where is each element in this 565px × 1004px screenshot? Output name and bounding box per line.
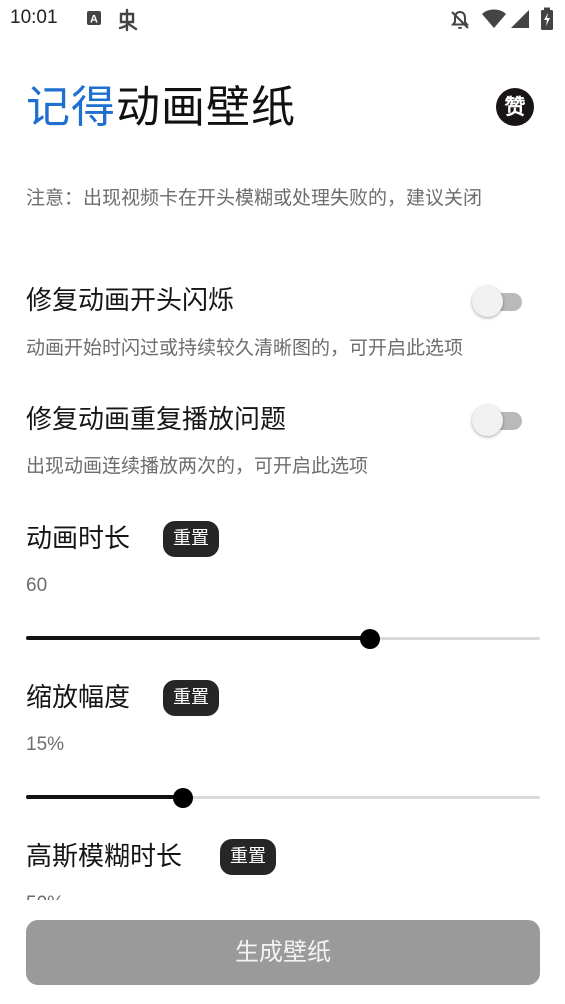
page-title-rest: 动画壁纸 [116,82,296,133]
status-bar: 10:01 A [0,0,565,40]
blur-duration-reset-button[interactable]: 重置 [220,839,276,875]
slider-fill [26,795,183,799]
animation-duration-title: 动画时长 [26,524,131,554]
page-title: 记得动画壁纸 [26,80,296,136]
zoom-amplitude-reset-button[interactable]: 重置 [163,680,219,716]
animation-duration-reset-button[interactable]: 重置 [163,521,219,557]
slider-fill [26,636,371,640]
notice-text: 注意：出现视频卡在开头模糊或处理失败的，建议关闭 [26,187,483,209]
signal-icon [510,9,530,33]
app-logo-icon [116,8,140,36]
page-title-accent: 记得 [26,82,116,133]
fix-repeat-playback-title: 修复动画重复播放问题 [26,405,287,435]
animation-duration-value: 60 [26,575,48,596]
animation-duration-slider[interactable] [26,627,540,651]
fix-start-flicker-description: 动画开始时闪过或持续较久清晰图的，可开启此选项 [26,337,464,359]
slider-knob[interactable] [172,788,193,808]
notifications-off-icon [449,9,471,35]
blur-duration-title: 高斯模糊时长 [26,842,183,872]
generate-wallpaper-button[interactable]: 生成壁纸 [26,920,540,985]
zoom-amplitude-value: 15% [26,734,65,755]
font-a-icon: A [86,10,102,30]
fix-repeat-playback-switch[interactable] [472,402,522,438]
svg-text:A: A [90,14,98,26]
fix-start-flicker-title: 修复动画开头闪烁 [26,286,235,316]
switch-thumb [472,286,503,317]
zoom-amplitude-title: 缩放幅度 [26,683,131,713]
status-time: 10:01 [10,7,58,28]
slider-knob[interactable] [360,629,381,649]
like-button[interactable]: 赞 [496,88,534,126]
settings-scroll-area[interactable]: 10:01 A 记得动画壁纸 赞 注意：出现视频卡在开头模糊或处理失败的，建议关… [0,0,565,900]
wifi-icon [482,9,506,33]
switch-thumb [472,405,503,436]
blur-duration-value: 50% [26,891,64,900]
zoom-amplitude-slider[interactable] [26,786,540,810]
fix-repeat-playback-description: 出现动画连续播放两次的，可开启此选项 [26,455,369,477]
battery-charging-icon [540,7,554,35]
fix-start-flicker-switch[interactable] [472,283,522,319]
